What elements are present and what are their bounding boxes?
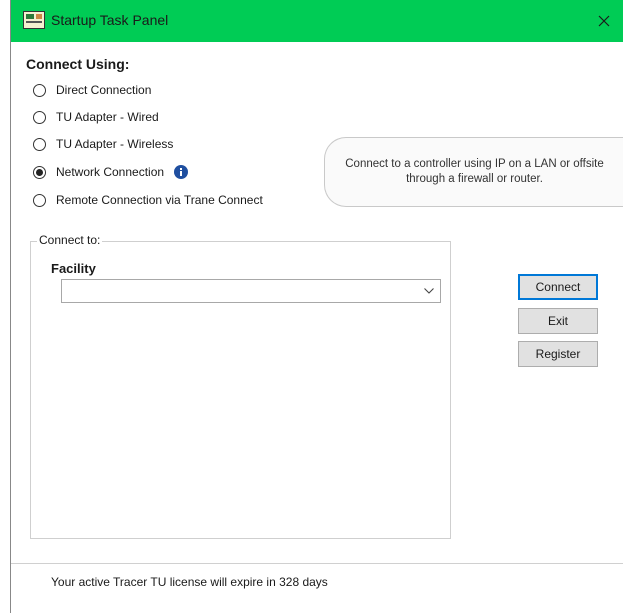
- connect-to-group: Connect to: Facility: [30, 233, 451, 539]
- radio-tu-adapter-wireless[interactable]: TU Adapter - Wireless: [33, 134, 173, 154]
- radio-indicator[interactable]: [33, 193, 46, 207]
- radio-label: Direct Connection: [56, 83, 152, 97]
- window-title: Startup Task Panel: [51, 12, 169, 28]
- dropdown-arrow[interactable]: [418, 280, 440, 302]
- title-bar: Startup Task Panel: [11, 0, 623, 42]
- radio-network-connection[interactable]: Network Connection: [33, 162, 189, 182]
- app-icon: [23, 11, 45, 29]
- radio-direct-connection[interactable]: Direct Connection: [33, 80, 151, 100]
- radio-indicator[interactable]: [33, 83, 46, 97]
- radio-label: Remote Connection via Trane Connect: [56, 193, 263, 207]
- radio-label: Network Connection: [56, 165, 165, 179]
- license-status-text: Your active Tracer TU license will expir…: [51, 575, 328, 589]
- connection-hint: Connect to a controller using IP on a LA…: [324, 137, 623, 207]
- radio-tu-adapter-wired[interactable]: TU Adapter - Wired: [33, 107, 159, 127]
- chevron-down-icon: [424, 288, 434, 294]
- radio-indicator-checked[interactable]: [33, 165, 46, 179]
- connect-using-heading: Connect Using:: [26, 56, 130, 72]
- startup-task-panel-window: Startup Task Panel Connect Using: Direct…: [10, 0, 623, 613]
- facility-label: Facility: [51, 261, 96, 276]
- info-icon[interactable]: [174, 165, 189, 179]
- close-button[interactable]: [584, 0, 623, 42]
- status-bar: Your active Tracer TU license will expir…: [11, 564, 623, 613]
- facility-dropdown[interactable]: [61, 279, 441, 303]
- register-button[interactable]: Register: [518, 341, 598, 367]
- radio-indicator[interactable]: [33, 110, 46, 124]
- connection-hint-text: Connect to a controller using IP on a LA…: [345, 158, 604, 185]
- close-icon: [598, 15, 610, 27]
- exit-button[interactable]: Exit: [518, 308, 598, 334]
- radio-remote-connection[interactable]: Remote Connection via Trane Connect: [33, 190, 263, 210]
- radio-indicator[interactable]: [33, 137, 46, 151]
- radio-label: TU Adapter - Wireless: [56, 137, 174, 151]
- radio-label: TU Adapter - Wired: [56, 110, 159, 124]
- connect-to-legend: Connect to:: [37, 233, 103, 247]
- connect-button[interactable]: Connect: [518, 274, 598, 300]
